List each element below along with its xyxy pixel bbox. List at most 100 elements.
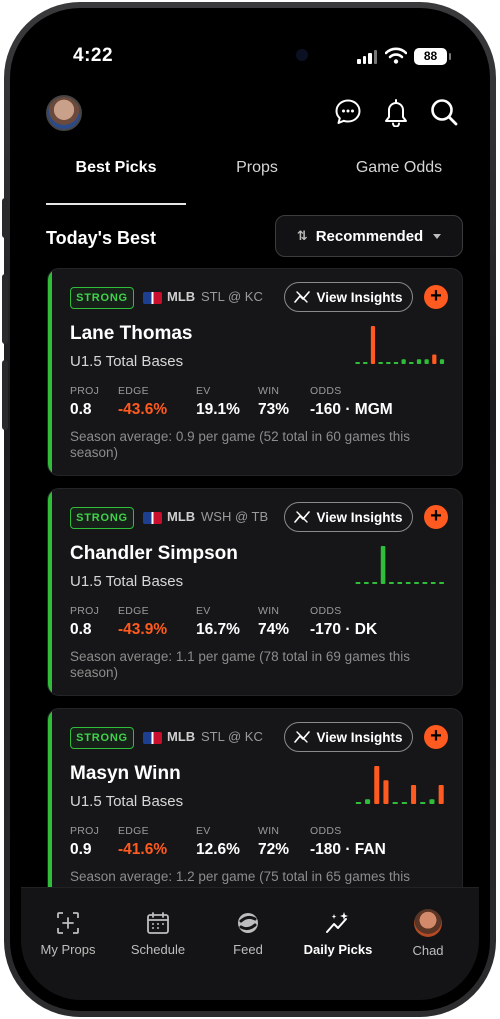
spark-bar (438, 785, 444, 804)
strength-badge: STRONG (70, 507, 134, 529)
bell-icon[interactable] (381, 97, 411, 127)
sort-dropdown[interactable]: ⇅ Recommended (275, 215, 463, 257)
league-label: MLB (167, 729, 196, 744)
active-tab-indicator (46, 203, 186, 205)
avatar-icon (414, 909, 442, 937)
add-pick-button[interactable]: + (424, 285, 448, 309)
stat-label-odds: ODDS (310, 825, 342, 837)
spark-bar-zero (405, 582, 411, 584)
spark-bar-zero (363, 362, 368, 364)
spark-bar (383, 780, 389, 804)
stat-ev: 16.7% (196, 621, 240, 638)
player-name: Chandler Simpson (70, 543, 238, 564)
spark-bar-zero (364, 582, 369, 584)
volume-down-button (2, 360, 8, 430)
nav-label: Schedule (130, 942, 186, 957)
stat-label-edge: EDGE (118, 825, 149, 837)
nav-label: Chad (412, 943, 444, 958)
nav-chad[interactable]: Chad (383, 888, 473, 958)
stat-odds: -170 · DK (310, 621, 378, 638)
stat-edge: -43.9% (118, 621, 168, 638)
player-name: Lane Thomas (70, 323, 193, 344)
prop-line: U1.5 Total Bases (70, 793, 184, 810)
wifi-icon (385, 47, 407, 64)
plus-square-icon (57, 912, 79, 934)
chat-icon[interactable] (333, 97, 363, 127)
season-average: Season average: 0.9 per game (52 total i… (70, 429, 410, 460)
nav-my-props[interactable]: My Props (23, 888, 113, 957)
nav-label: Daily Picks (303, 942, 373, 957)
sort-label: Recommended (315, 227, 424, 245)
mlb-logo-icon (143, 732, 162, 744)
spark-bar-zero (420, 802, 426, 804)
battery-icon: 88 (414, 48, 451, 65)
view-insights-button[interactable]: View Insights (284, 722, 413, 752)
stat-label-win: WIN (258, 825, 280, 837)
status-bar: 4:22 88 (21, 19, 479, 79)
spark-bar-zero (397, 582, 403, 584)
spark-bar (432, 354, 437, 364)
league-label: MLB (167, 509, 196, 524)
calendar-icon (147, 912, 169, 934)
insights-icon (294, 291, 311, 303)
view-insights-label: View Insights (316, 509, 403, 525)
profile-avatar[interactable] (46, 95, 82, 131)
nav-label: My Props (40, 942, 96, 957)
nav-schedule[interactable]: Schedule (113, 888, 203, 957)
stat-win: 74% (258, 621, 290, 638)
strength-badge: STRONG (70, 287, 134, 309)
pick-card[interactable]: STRONG MLB WSH @ TB View Insights + Chan… (47, 488, 463, 696)
search-icon[interactable] (429, 97, 459, 127)
strength-badge: STRONG (70, 727, 134, 749)
view-insights-button[interactable]: View Insights (284, 502, 413, 532)
stat-label-proj: PROJ (70, 605, 100, 617)
stat-label-edge: EDGE (118, 605, 149, 617)
nav-daily-picks[interactable]: Daily Picks (293, 888, 383, 957)
matchup: STL @ KC (201, 289, 263, 304)
player-name: Masyn Winn (70, 763, 181, 784)
stat-label-odds: ODDS (310, 605, 342, 617)
stat-label-win: WIN (258, 385, 280, 397)
spark-bar (365, 799, 371, 804)
stat-label-edge: EDGE (118, 385, 149, 397)
pick-card[interactable]: STRONG MLB STL @ KC View Insights + Masy… (47, 708, 463, 916)
volume-up-button (2, 274, 8, 344)
spark-bar-zero (439, 582, 444, 584)
spark-bar (380, 546, 386, 584)
spark-bar (424, 359, 429, 364)
league-label: MLB (167, 289, 196, 304)
spark-bar-zero (372, 582, 377, 584)
status-time: 4:22 (73, 45, 114, 66)
stat-odds: -160 · MGM (310, 401, 393, 418)
spark-bar (429, 799, 435, 804)
stat-ev: 12.6% (196, 841, 240, 858)
sparkle-chart-icon (326, 912, 348, 933)
view-insights-label: View Insights (316, 729, 403, 745)
spark-bar (370, 326, 376, 364)
pick-card[interactable]: STRONG MLB STL @ KC View Insights + Lane… (47, 268, 463, 476)
prop-line: U1.5 Total Bases (70, 353, 184, 370)
recent-games-sparkline (355, 326, 445, 364)
spark-bar-zero (355, 362, 360, 364)
spark-bar-zero (378, 362, 383, 364)
add-pick-button[interactable]: + (424, 505, 448, 529)
spark-bar-zero (422, 582, 428, 584)
season-average: Season average: 1.1 per game (78 total i… (70, 649, 410, 680)
app-screen: 4:22 88 Best Picks Props Game Odds Today… (21, 19, 479, 1000)
nav-feed[interactable]: Feed (203, 888, 293, 957)
tab-best-picks[interactable]: Best Picks (46, 159, 186, 177)
matchup: STL @ KC (201, 729, 263, 744)
tab-game-odds[interactable]: Game Odds (327, 159, 471, 177)
section-title: Today's Best (46, 228, 156, 248)
add-pick-button[interactable]: + (424, 725, 448, 749)
stat-edge: -43.6% (118, 401, 168, 418)
signal-icon (357, 49, 377, 64)
stat-odds: -180 · FAN (310, 841, 386, 858)
stat-win: 73% (258, 401, 290, 418)
spark-bar (374, 766, 380, 804)
spark-bar-zero (386, 362, 391, 364)
matchup: WSH @ TB (201, 509, 269, 524)
spark-bar-zero (430, 582, 436, 584)
tab-props[interactable]: Props (187, 159, 327, 177)
view-insights-button[interactable]: View Insights (284, 282, 413, 312)
